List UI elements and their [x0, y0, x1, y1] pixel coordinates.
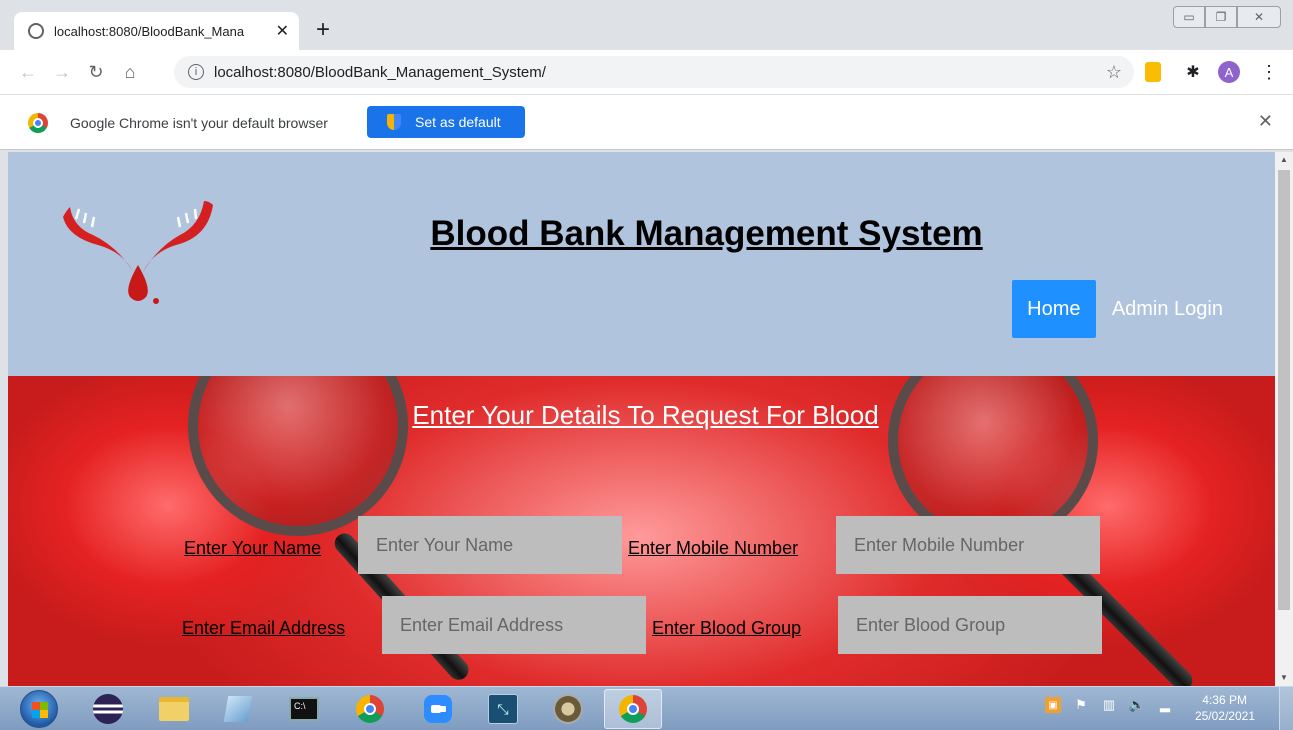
- back-arrow-icon[interactable]: ←: [14, 62, 42, 83]
- chrome-logo-icon: [28, 113, 48, 133]
- mobile-label: Enter Mobile Number: [628, 538, 799, 558]
- chrome-icon[interactable]: [354, 693, 386, 725]
- infobar-close-icon[interactable]: ✕: [1258, 111, 1273, 132]
- mobile-input[interactable]: [836, 516, 1100, 574]
- volume-icon[interactable]: 🔈: [1129, 697, 1145, 713]
- notepad-icon[interactable]: [222, 693, 254, 725]
- scrollbar-thumb[interactable]: [1278, 170, 1290, 610]
- set-default-button[interactable]: Set as default: [367, 106, 525, 138]
- mysql-workbench-icon[interactable]: ⤡: [487, 693, 519, 725]
- windows-start-icon[interactable]: [20, 690, 58, 728]
- system-tray: ▣ ⚑ ▥ 🔈 ▂: [1045, 697, 1173, 713]
- blood-group-label: Enter Blood Group: [652, 618, 802, 638]
- show-desktop-button[interactable]: [1279, 687, 1293, 730]
- site-header: Blood Bank Management System Home Admin …: [8, 152, 1275, 376]
- reload-icon[interactable]: ↻: [82, 62, 110, 83]
- globe-icon: [28, 23, 44, 39]
- main-nav: Home Admin Login: [1011, 280, 1235, 338]
- eclipse-icon[interactable]: [92, 693, 124, 725]
- default-browser-infobar: Google Chrome isn't your default browser…: [0, 94, 1293, 150]
- signal-icon[interactable]: ▂: [1157, 697, 1173, 713]
- tab-title: localhost:8080/BloodBank_Mana: [54, 23, 245, 39]
- minimize-button[interactable]: ▭: [1173, 6, 1205, 28]
- name-input[interactable]: [358, 516, 622, 574]
- folder-icon[interactable]: [158, 693, 190, 725]
- scroll-down-icon[interactable]: ▼: [1275, 670, 1293, 686]
- notes-extension-icon[interactable]: [1145, 62, 1161, 82]
- scroll-up-icon[interactable]: ▲: [1275, 152, 1293, 168]
- windows-taskbar: C:\ ⤡ ▣ ⚑ ▥ 🔈 ▂ 4:36 PM 25/02/2021: [0, 686, 1293, 730]
- form-heading: Enter Your Details To Request For Blood: [412, 400, 879, 430]
- bookmark-star-icon[interactable]: ☆: [1106, 62, 1122, 83]
- profile-avatar[interactable]: A: [1218, 61, 1240, 83]
- restore-button[interactable]: ❐: [1205, 6, 1237, 28]
- name-label: Enter Your Name: [184, 538, 322, 558]
- browser-tab[interactable]: localhost:8080/BloodBank_Mana ✕: [14, 12, 299, 50]
- zoom-icon[interactable]: [422, 693, 454, 725]
- browser-toolbar: ← → ↻ ⌂ i localhost:8080/BloodBank_Manag…: [0, 50, 1293, 94]
- network-icon[interactable]: ▥: [1101, 697, 1117, 713]
- tab-strip: localhost:8080/BloodBank_Mana ✕ + ▭ ❐ ✕: [0, 0, 1293, 50]
- flag-icon[interactable]: ⚑: [1073, 697, 1089, 713]
- window-controls: ▭ ❐ ✕: [1173, 6, 1281, 28]
- taskbar-clock[interactable]: 4:36 PM 25/02/2021: [1195, 692, 1255, 724]
- email-label: Enter Email Address: [182, 618, 346, 638]
- clock-time: 4:36 PM: [1202, 693, 1247, 707]
- extensions-puzzle-icon[interactable]: ✱: [1182, 61, 1204, 83]
- forward-arrow-icon[interactable]: →: [48, 62, 76, 83]
- set-default-label: Set as default: [415, 114, 501, 130]
- shield-icon: [387, 114, 401, 130]
- web-page: Blood Bank Management System Home Admin …: [8, 152, 1275, 686]
- blood-group-input[interactable]: [838, 596, 1102, 654]
- email-input[interactable]: [382, 596, 646, 654]
- page-scrollbar[interactable]: ▲ ▼: [1275, 152, 1293, 686]
- site-title: Blood Bank Management System: [430, 214, 983, 253]
- tab-close-icon[interactable]: ✕: [276, 21, 289, 41]
- nav-home-link[interactable]: Home: [1011, 280, 1096, 338]
- cmd-icon[interactable]: C:\: [288, 693, 320, 725]
- gear-app-icon[interactable]: [552, 693, 584, 725]
- kebab-menu-icon[interactable]: ⋮: [1258, 61, 1280, 83]
- new-tab-button[interactable]: +: [316, 18, 330, 42]
- clock-date: 25/02/2021: [1194, 709, 1255, 723]
- home-icon[interactable]: ⌂: [116, 62, 144, 83]
- tray-app-icon[interactable]: ▣: [1045, 697, 1061, 713]
- info-icon[interactable]: i: [188, 64, 204, 80]
- infobar-message: Google Chrome isn't your default browser: [70, 115, 328, 131]
- address-bar[interactable]: i localhost:8080/BloodBank_Management_Sy…: [174, 56, 1134, 88]
- nav-admin-login-link[interactable]: Admin Login: [1096, 298, 1235, 321]
- chrome-active-icon[interactable]: [604, 689, 662, 729]
- url-text[interactable]: localhost:8080/BloodBank_Management_Syst…: [214, 64, 546, 81]
- window-close-button[interactable]: ✕: [1237, 6, 1281, 28]
- request-form-section: Enter Your Details To Request For Blood …: [8, 376, 1275, 686]
